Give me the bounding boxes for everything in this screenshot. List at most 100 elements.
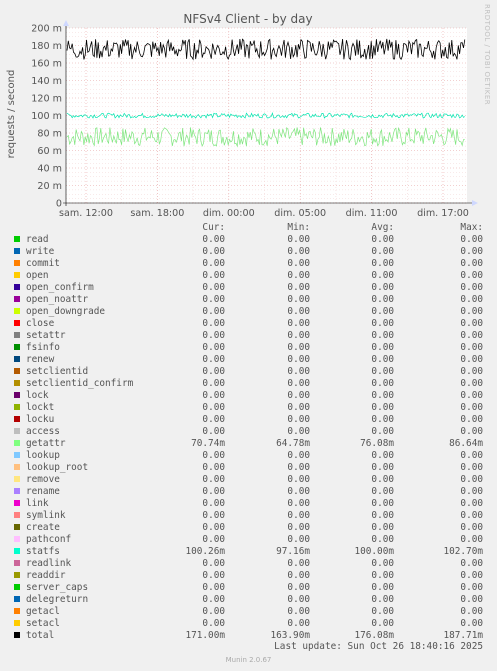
legend-max: 0.00: [460, 498, 483, 509]
x-tick-label: sam. 18:00: [130, 208, 184, 219]
legend-min: 0.00: [287, 450, 310, 461]
legend-row: getacl 0.00 0.00 0.00 0.00: [0, 606, 497, 618]
legend-max: 0.00: [460, 606, 483, 617]
x-tick-label: sam. 12:00: [59, 208, 113, 219]
legend-avg: 0.00: [371, 426, 394, 437]
legend-name: pathconf: [26, 534, 72, 545]
legend-max: 0.00: [460, 366, 483, 377]
legend-row: delegreturn 0.00 0.00 0.00 0.00: [0, 594, 497, 606]
legend-swatch: [14, 272, 20, 278]
legend-avg: 0.00: [371, 390, 394, 401]
legend-name: setclientid_confirm: [26, 378, 134, 389]
legend-name: write: [26, 246, 55, 257]
legend-swatch: [14, 620, 20, 626]
y-tick-label: 40 m: [37, 164, 62, 175]
legend-swatch: [14, 380, 20, 386]
x-tick-label: dim. 05:00: [274, 208, 326, 219]
legend-name: remove: [26, 474, 60, 485]
legend-cur: 0.00: [202, 318, 225, 329]
legend-cur: 0.00: [202, 246, 225, 257]
legend-min: 0.00: [287, 558, 310, 569]
legend-max: 86.64m: [449, 438, 483, 449]
legend-name: close: [26, 318, 55, 329]
legend-min: 0.00: [287, 522, 310, 533]
legend-swatch: [14, 596, 20, 602]
legend-max: 0.00: [460, 330, 483, 341]
legend-min: 0.00: [287, 486, 310, 497]
legend-min: 0.00: [287, 378, 310, 389]
legend-min: 0.00: [287, 426, 310, 437]
legend-avg: 0.00: [371, 354, 394, 365]
legend-min: 0.00: [287, 474, 310, 485]
legend-max: 0.00: [460, 390, 483, 401]
legend-cur: 0.00: [202, 498, 225, 509]
legend-header-cur: Cur:: [202, 222, 225, 233]
legend-min: 0.00: [287, 570, 310, 581]
legend-cur: 0.00: [202, 594, 225, 605]
legend-avg: 0.00: [371, 318, 394, 329]
legend-row: link 0.00 0.00 0.00 0.00: [0, 498, 497, 510]
legend-max: 0.00: [460, 462, 483, 473]
legend-name: setattr: [26, 330, 66, 341]
legend-swatch: [14, 608, 20, 614]
legend-name: getattr: [26, 438, 66, 449]
legend-swatch: [14, 260, 20, 266]
legend-name: open_downgrade: [26, 306, 106, 317]
y-tick-label: 120 m: [31, 94, 62, 105]
legend-swatch: [14, 476, 20, 482]
legend-min: 0.00: [287, 606, 310, 617]
legend-min: 0.00: [287, 342, 310, 353]
legend-cur: 0.00: [202, 330, 225, 341]
legend-name: open_confirm: [26, 282, 94, 293]
legend-max: 0.00: [460, 474, 483, 485]
legend-swatch: [14, 248, 20, 254]
legend-cur: 0.00: [202, 486, 225, 497]
legend-swatch: [14, 344, 20, 350]
legend-name: delegreturn: [26, 594, 89, 605]
legend-min: 0.00: [287, 402, 310, 413]
legend-cur: 0.00: [202, 462, 225, 473]
y-tick-label: 20 m: [37, 181, 62, 192]
legend-max: 0.00: [460, 570, 483, 581]
legend-swatch: [14, 308, 20, 314]
legend-swatch: [14, 392, 20, 398]
legend-row: open_confirm 0.00 0.00 0.00 0.00: [0, 282, 497, 294]
legend-row: setattr 0.00 0.00 0.00 0.00: [0, 330, 497, 342]
legend-max: 0.00: [460, 618, 483, 629]
legend-max: 0.00: [460, 486, 483, 497]
legend-swatch: [14, 500, 20, 506]
legend-row: lock 0.00 0.00 0.00 0.00: [0, 390, 497, 402]
legend-min: 163.90m: [270, 630, 310, 641]
legend-swatch: [14, 548, 20, 554]
legend-row: lookup 0.00 0.00 0.00 0.00: [0, 450, 497, 462]
legend-cur: 0.00: [202, 258, 225, 269]
legend-min: 0.00: [287, 618, 310, 629]
legend-min: 0.00: [287, 258, 310, 269]
legend-avg: 0.00: [371, 330, 394, 341]
x-axis-arrow: [472, 200, 478, 206]
legend-row: commit 0.00 0.00 0.00 0.00: [0, 258, 497, 270]
legend-name: link: [26, 498, 49, 509]
legend-row: setclientid_confirm 0.00 0.00 0.00 0.00: [0, 378, 497, 390]
legend-header-min: Min:: [287, 222, 310, 233]
legend-cur: 100.26m: [185, 546, 225, 557]
legend-avg: 0.00: [371, 270, 394, 281]
legend-row: open_downgrade 0.00 0.00 0.00 0.00: [0, 306, 497, 318]
legend-avg: 0.00: [371, 282, 394, 293]
legend-cur: 0.00: [202, 354, 225, 365]
legend-cur: 171.00m: [185, 630, 225, 641]
legend-min: 0.00: [287, 498, 310, 509]
legend-cur: 0.00: [202, 558, 225, 569]
legend-row: readlink 0.00 0.00 0.00 0.00: [0, 558, 497, 570]
legend-max: 187.71m: [443, 630, 483, 641]
legend-name: rename: [26, 486, 60, 497]
legend-name: total: [26, 630, 55, 641]
legend-avg: 0.00: [371, 366, 394, 377]
legend-swatch: [14, 296, 20, 302]
legend-row: readdir 0.00 0.00 0.00 0.00: [0, 570, 497, 582]
y-tick-label: 160 m: [31, 59, 62, 70]
legend-avg: 0.00: [371, 234, 394, 245]
legend-swatch: [14, 584, 20, 590]
legend-min: 0.00: [287, 318, 310, 329]
legend-cur: 0.00: [202, 282, 225, 293]
